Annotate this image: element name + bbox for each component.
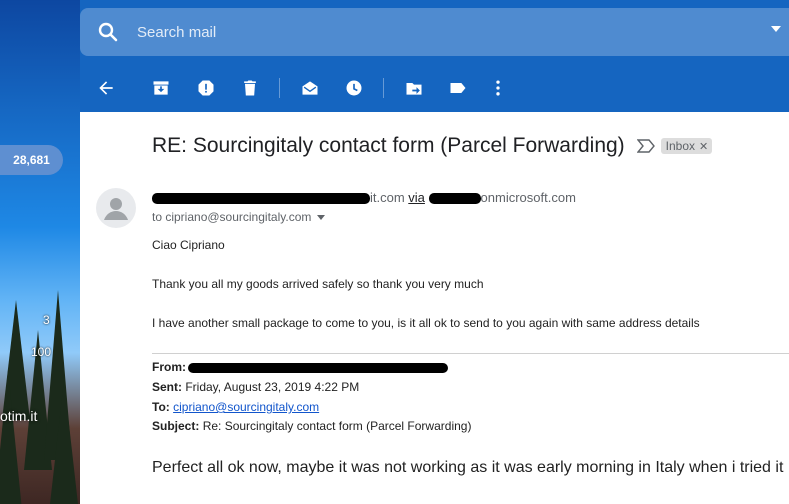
show-details-icon[interactable] <box>317 214 326 220</box>
archive-icon[interactable] <box>149 76 173 100</box>
sidebar-count: 3 <box>43 313 50 327</box>
quoted-body-text: Perfect all ok now, maybe it was not wor… <box>152 459 784 476</box>
body-greeting: Ciao Cipriano <box>152 238 225 252</box>
search-input[interactable]: Search mail <box>137 24 216 41</box>
to-email-link[interactable]: cipriano@sourcingitaly.com <box>173 400 319 414</box>
toolbar-divider <box>383 78 384 98</box>
via-link[interactable]: via <box>408 190 425 205</box>
quoted-from-line: From: <box>152 360 448 374</box>
sender-domain: it.com <box>370 190 405 205</box>
label-icon[interactable] <box>446 76 470 100</box>
header: Search mail <box>80 0 789 64</box>
quoted-to-line: To: cipriano@sourcingitaly.com <box>152 400 319 414</box>
sidebar-count: 100 <box>31 345 52 359</box>
to-label: To: <box>152 400 170 414</box>
redacted-sender <box>152 193 370 205</box>
move-to-icon[interactable] <box>402 76 426 100</box>
redacted-from <box>188 362 448 373</box>
subject-value: Re: Sourcingitaly contact form (Parcel F… <box>202 419 472 433</box>
quoted-subject-line: Subject: Re: Sourcingitaly contact form … <box>152 419 471 433</box>
via-domain: onmicrosoft.com <box>480 190 576 205</box>
sender-line: it.com via onmicrosoft.com <box>152 190 576 205</box>
search-bar[interactable]: Search mail <box>80 8 789 56</box>
mark-unread-icon[interactable] <box>298 76 322 100</box>
search-options-icon[interactable] <box>771 26 781 32</box>
subject-label: Subject: <box>152 419 200 433</box>
avatar[interactable] <box>96 188 136 228</box>
message-pane: RE: Sourcingitaly contact form (Parcel F… <box>80 112 789 504</box>
inbox-label-chip: Inbox ✕ <box>660 138 713 154</box>
sent-value: Friday, August 23, 2019 4:22 PM <box>185 380 360 394</box>
sidebar-partial-text: otim.it <box>0 408 38 424</box>
report-spam-icon[interactable] <box>194 76 218 100</box>
body-paragraph: I have another small package to come to … <box>152 316 700 330</box>
more-options-icon[interactable] <box>486 76 510 100</box>
subject-row: RE: Sourcingitaly contact form (Parcel F… <box>152 134 713 158</box>
back-arrow-icon[interactable] <box>94 76 118 100</box>
message-subject: RE: Sourcingitaly contact form (Parcel F… <box>152 134 625 157</box>
delete-icon[interactable] <box>238 76 262 100</box>
importance-marker-icon[interactable] <box>636 139 655 153</box>
recipient-text: to cipriano@sourcingitaly.com <box>152 210 312 224</box>
sent-label: Sent: <box>152 380 182 394</box>
label-text: Inbox <box>665 139 696 153</box>
quote-divider <box>152 353 789 354</box>
recipient-line: to cipriano@sourcingitaly.com <box>152 210 326 224</box>
inbox-count-badge[interactable]: 28,681 <box>0 145 63 175</box>
from-label: From: <box>152 360 186 374</box>
body-paragraph: Thank you all my goods arrived safely so… <box>152 277 484 291</box>
toolbar-divider <box>279 78 280 98</box>
background-theme <box>0 0 80 504</box>
remove-label-icon[interactable]: ✕ <box>699 140 708 153</box>
search-icon[interactable] <box>96 20 120 44</box>
quoted-sent-line: Sent: Friday, August 23, 2019 4:22 PM <box>152 380 359 394</box>
redacted-via-domain <box>428 193 481 205</box>
snooze-icon[interactable] <box>342 76 366 100</box>
message-toolbar <box>80 64 789 112</box>
